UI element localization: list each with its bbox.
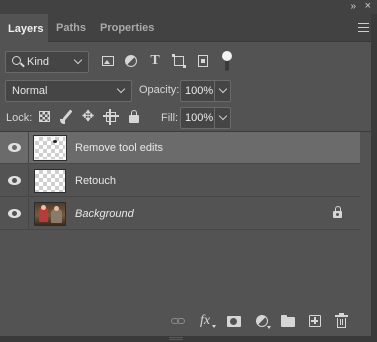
filter-kind-dropdown[interactable]: Kind [5,51,89,73]
resize-grip-icon[interactable] [169,337,183,340]
shape-layer-filter-icon[interactable] [171,53,187,69]
lock-row: Lock: ✥ Fill: 100% [0,107,377,129]
adjustment-layer-filter-icon[interactable] [123,53,139,69]
close-panel-icon[interactable]: × [365,0,371,12]
new-fill-adjustment-layer-icon[interactable] [254,313,272,329]
panel-tab-bar: Layers Paths Properties [0,14,377,42]
lock-position-icon[interactable]: ✥ [80,109,96,125]
blend-row: Normal Opacity: 100% [0,78,377,102]
panel-right-edge [371,14,377,342]
layer-name[interactable]: Remove tool edits [75,142,163,154]
opacity-value[interactable]: 100% [185,85,213,97]
add-layer-mask-icon[interactable] [225,313,243,329]
delete-layer-icon[interactable] [333,313,351,329]
layer-name[interactable]: Background [75,208,134,220]
layer-name[interactable]: Retouch [75,175,116,187]
visibility-cell[interactable] [0,165,29,196]
opacity-field[interactable]: 100% [180,80,231,102]
chevron-down-icon [116,84,126,94]
fill-label: Fill: [161,112,179,124]
layer-thumbnail[interactable] [33,135,67,161]
blend-mode-value: Normal [12,85,48,97]
lock-label: Lock: [6,112,33,124]
panel-top-strip: » × [0,0,377,14]
lock-image-pixels-icon[interactable] [59,109,75,125]
smart-object-filter-icon[interactable] [195,53,211,69]
tab-layers[interactable]: Layers [0,14,48,42]
add-layer-style-icon[interactable]: fx [200,313,218,329]
blend-mode-dropdown[interactable]: Normal [5,80,132,102]
tab-properties[interactable]: Properties [92,14,160,42]
new-group-icon[interactable] [279,313,297,329]
link-layers-icon[interactable] [170,313,188,329]
fill-value[interactable]: 100% [185,112,213,124]
lock-transparent-pixels-icon[interactable] [37,109,53,125]
filter-kind-label: Kind [27,56,50,68]
layer-thumbnail[interactable] [34,202,66,226]
fill-field[interactable]: 100% [180,107,231,129]
opacity-slider-chevron-icon[interactable] [218,84,228,94]
layer-row[interactable]: Background [0,198,360,230]
panel-bottom-edge[interactable] [0,336,377,342]
fill-slider-chevron-icon[interactable] [218,111,228,121]
eye-icon[interactable] [8,209,21,218]
chevron-down-icon [73,55,83,65]
opacity-label: Opacity: [139,84,180,96]
search-icon [12,56,21,65]
layer-row[interactable]: Retouch [0,165,360,197]
visibility-cell[interactable] [0,132,29,163]
panel-menu-icon[interactable] [358,23,369,32]
collapse-panels-icon[interactable]: » [350,1,355,12]
pixel-layer-filter-icon[interactable] [100,53,116,69]
filter-toggle-switch[interactable] [222,51,232,73]
layers-bottom-toolbar: fx [0,309,377,335]
layer-row[interactable]: Remove tool edits [0,132,360,164]
new-layer-icon[interactable] [306,313,324,329]
lock-artboard-icon[interactable] [103,109,119,125]
layers-list: Remove tool edits Retouch Background [0,132,377,312]
layer-filter-row: Kind T [0,49,377,75]
type-layer-filter-icon[interactable]: T [147,53,163,69]
visibility-cell[interactable] [0,198,29,229]
eye-icon[interactable] [8,143,21,152]
eye-icon[interactable] [8,176,21,185]
lock-all-icon[interactable] [126,109,142,125]
layer-thumbnail[interactable] [34,169,66,193]
tab-paths[interactable]: Paths [48,14,92,42]
